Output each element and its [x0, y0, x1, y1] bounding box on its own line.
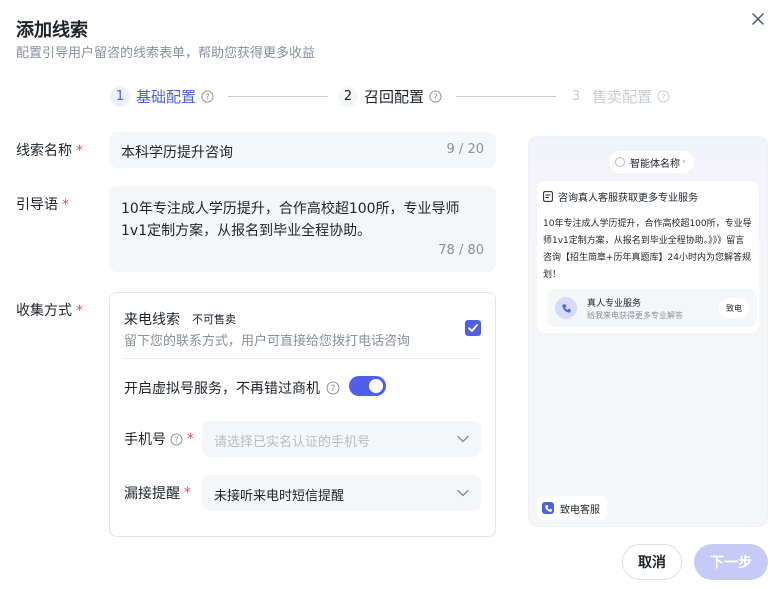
service-desc: 给我来电获得更多专业解答 [587, 311, 683, 320]
dialog-subtitle: 配置引导用户留咨的线索表单，帮助您获得更多收益 [16, 46, 316, 61]
virtual-number-label: 开启虚拟号服务，不再错过商机 ? [124, 378, 340, 398]
name-label: 线索名称 * [16, 140, 83, 160]
step-number: 2 [338, 86, 358, 107]
call-lead-title: 来电线索 [124, 312, 180, 328]
step-connector [228, 96, 328, 97]
name-char-count: 9 / 20 [446, 142, 484, 157]
collect-label: 收集方式 * [16, 300, 83, 320]
step-sale: 3 售卖配置 ? [566, 86, 670, 107]
svg-text:?: ? [433, 91, 437, 101]
service-card[interactable]: 真人专业服务 给我来电获得更多专业解答 致电 [547, 289, 757, 329]
step-connector [456, 96, 556, 97]
step-number: 3 [571, 89, 581, 104]
chevron-down-icon [457, 435, 469, 443]
card-title: 咨询真人客服获取更多专业服务 [558, 193, 698, 204]
step-recall[interactable]: 2 召回配置 ? [338, 86, 442, 107]
missed-call-value: 未接听来电时短信提醒 [214, 489, 345, 504]
divider [124, 358, 481, 359]
call-lead-desc: 留下您的联系方式，用户可直接给您拨打电话咨询 [124, 334, 411, 349]
svg-text:?: ? [205, 91, 209, 101]
dialog-title: 添加线索 [16, 20, 88, 41]
guide-value: 10年专注成人学历提升，合作高校超100所，专业导师1v1定制方案，从报名到毕业… [121, 201, 460, 239]
service-card-bg: 真人专业服务 给我来电获得更多专业解答 致电 [547, 289, 757, 327]
step-label: 基础配置 [136, 88, 197, 106]
required-mark: * [62, 197, 69, 213]
cancel-button[interactable]: 取消 [622, 544, 682, 580]
toggle-knob [369, 379, 383, 393]
guide-label-text: 引导语 [16, 197, 58, 213]
agent-name-pill: 智能体名称 › [609, 151, 694, 173]
card-body: 10年专注成人学历提升，合作高校超100所，专业导师1v1定制方案，从报名到毕业… [543, 219, 752, 280]
phone-icon [542, 502, 554, 514]
document-icon [543, 191, 553, 202]
guide-textarea[interactable]: 10年专注成人学历提升，合作高校超100所，专业导师1v1定制方案，从报名到毕业… [109, 186, 496, 272]
required-mark: * [76, 143, 83, 159]
step-basic[interactable]: 1 基础配置 ? [110, 86, 214, 107]
phone-placeholder: 请选择已实名认证的手机号 [214, 435, 371, 450]
phone-select[interactable]: 请选择已实名认证的手机号 [202, 421, 481, 457]
virtual-number-text: 开启虚拟号服务，不再错过商机 [124, 381, 320, 397]
step-label: 召回配置 [364, 88, 425, 106]
call-service-label: 致电客服 [560, 504, 600, 516]
check-icon [468, 324, 478, 332]
agent-avatar-icon [615, 157, 625, 167]
svg-text:?: ? [174, 434, 178, 444]
svg-text:?: ? [331, 384, 336, 394]
guide-char-count: 78 / 80 [438, 243, 484, 258]
chevron-right-icon: › [682, 157, 686, 167]
guide-label: 引导语 * [16, 194, 69, 214]
missed-call-label: 漏接提醒 * [124, 483, 191, 503]
name-value: 本科学历提升咨询 [121, 145, 233, 161]
step-indicator: 1 基础配置 ? 2 召回配置 ? 3 售卖配置 ? [110, 86, 680, 108]
name-label-text: 线索名称 [16, 143, 72, 159]
step-label: 售卖配置 [592, 88, 653, 106]
next-step-button[interactable]: 下一步 [694, 544, 768, 580]
step-number: 1 [110, 86, 130, 107]
close-icon[interactable] [749, 10, 767, 28]
collect-card: 来电线索 不可售卖 留下您的联系方式，用户可直接给您拨打电话咨询 开启虚拟号服务… [109, 292, 496, 537]
chevron-down-icon [457, 489, 469, 497]
missed-call-label-text: 漏接提醒 [124, 486, 180, 502]
phone-label: 手机号 ? * [124, 429, 194, 449]
call-button[interactable]: 致电 [719, 298, 749, 318]
help-icon[interactable]: ? [201, 90, 214, 103]
collect-label-text: 收集方式 [16, 303, 72, 319]
required-mark: * [76, 303, 83, 319]
svg-text:?: ? [661, 91, 665, 101]
phone-icon [555, 297, 577, 319]
help-icon[interactable]: ? [429, 90, 442, 103]
help-icon: ? [657, 90, 670, 103]
call-service-chip[interactable]: 致电客服 [537, 496, 607, 520]
agent-name: 智能体名称 [630, 158, 680, 170]
virtual-number-toggle[interactable] [349, 376, 386, 396]
phone-label-text: 手机号 [124, 432, 166, 448]
required-mark: * [187, 431, 194, 447]
name-input[interactable]: 本科学历提升咨询 9 / 20 [109, 132, 496, 168]
not-for-sale-tag: 不可售卖 [192, 313, 236, 326]
help-icon[interactable]: ? [326, 381, 340, 395]
mobile-preview: 智能体名称 › 咨询真人客服获取更多专业服务 10年专注成人学历提升，合作高校超… [528, 136, 768, 527]
missed-call-select[interactable]: 未接听来电时短信提醒 [202, 475, 481, 511]
call-lead-checkbox[interactable] [465, 320, 481, 336]
required-mark: * [184, 485, 191, 501]
service-title: 真人专业服务 [587, 299, 642, 309]
help-icon[interactable]: ? [170, 432, 183, 446]
